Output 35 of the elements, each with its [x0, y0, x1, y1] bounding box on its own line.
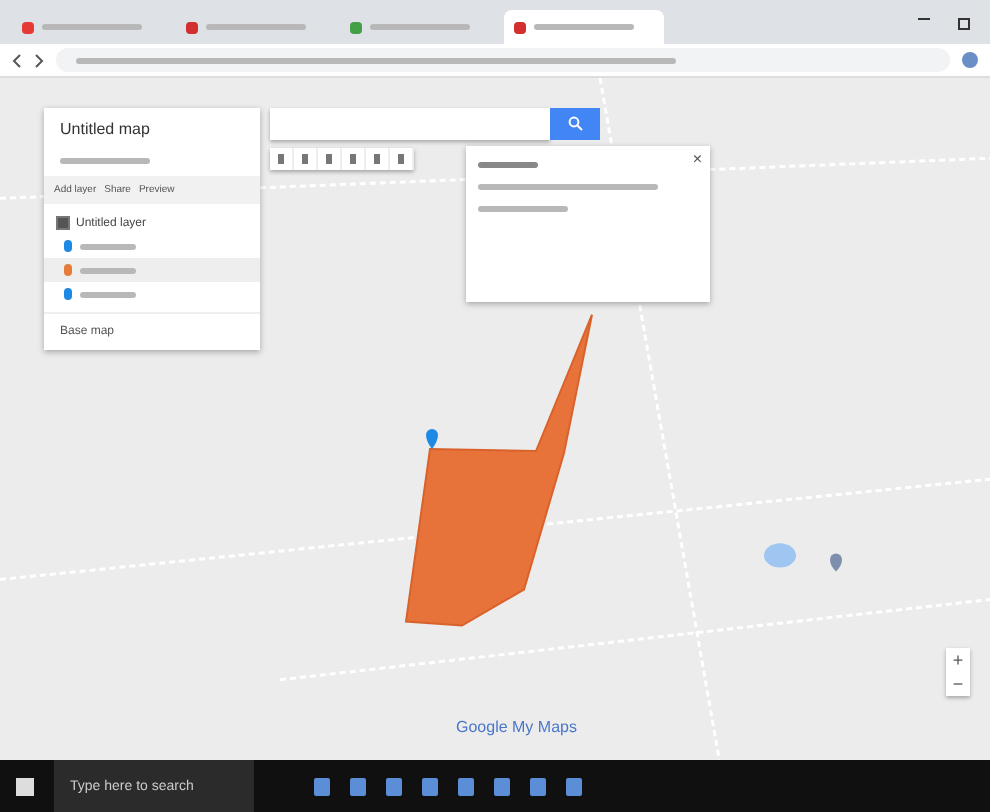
taskbar-app-icon[interactable] [566, 777, 582, 795]
layer-checkbox[interactable] [56, 216, 70, 230]
forward-icon[interactable] [34, 53, 44, 67]
zoom-out-button[interactable]: − [946, 672, 970, 696]
map-area-polygon[interactable] [404, 313, 593, 627]
taskbar-app-icon[interactable] [386, 777, 402, 795]
maximize-icon[interactable] [958, 18, 970, 30]
taskbar-app-icon[interactable] [350, 777, 366, 795]
search-icon [567, 116, 583, 132]
blurred-tab-title [534, 24, 634, 30]
profile-icon[interactable] [962, 52, 978, 68]
blurred-description [60, 158, 150, 164]
close-button[interactable]: × [692, 150, 702, 168]
blurred-popup-title [478, 162, 538, 168]
blurred-item-label [80, 243, 136, 249]
taskbar-app-icon[interactable] [494, 777, 510, 795]
blurred-item-label [80, 291, 136, 297]
taskbar-app-icon[interactable] [530, 777, 546, 795]
search-button[interactable] [550, 108, 600, 140]
taskbar-app-icon[interactable] [458, 777, 474, 795]
blurred-tab-title [206, 24, 306, 30]
map-title[interactable]: Untitled map [60, 120, 244, 138]
taskbar-app-icon[interactable] [422, 777, 438, 795]
map-pin-icon[interactable] [426, 429, 438, 450]
blurred-popup-text [478, 206, 568, 212]
zoom-in-button[interactable]: + [946, 648, 970, 672]
blurred-tab-title [370, 24, 470, 30]
taskbar-app-icon[interactable] [314, 777, 330, 795]
back-icon[interactable] [12, 53, 22, 67]
windows-start-icon[interactable] [16, 777, 34, 795]
blurred-item-label [80, 267, 136, 273]
blurred-tab-title [42, 24, 142, 30]
map-logo: Google My Maps [456, 718, 577, 736]
place-marker-icon [830, 553, 842, 572]
browser-tab[interactable] [504, 10, 664, 44]
